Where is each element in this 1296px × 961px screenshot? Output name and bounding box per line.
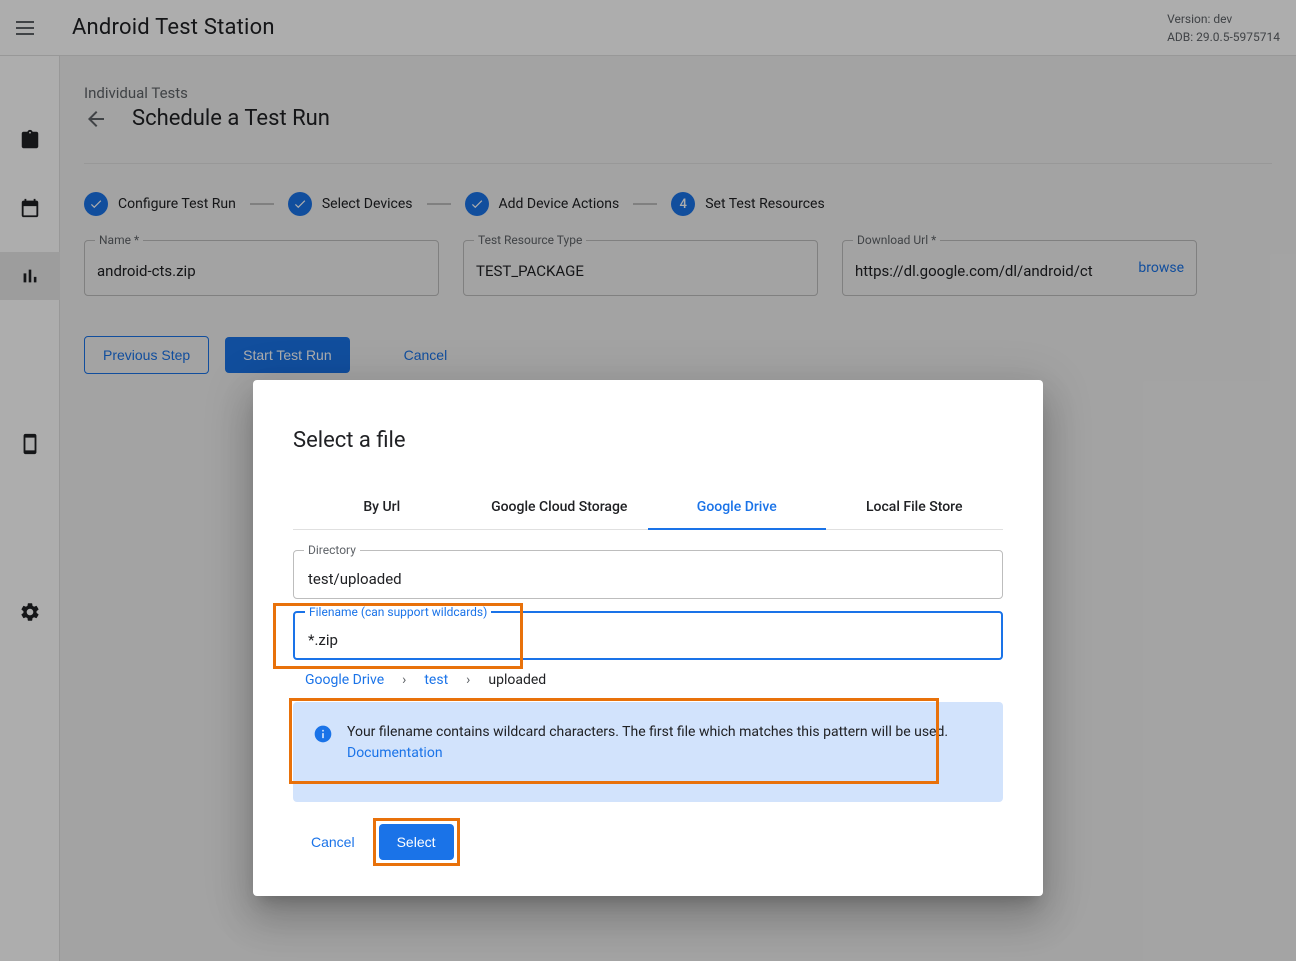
modal-title: Select a file bbox=[293, 428, 1003, 453]
tab-google-drive[interactable]: Google Drive bbox=[648, 485, 826, 529]
info-box: Your filename contains wildcard characte… bbox=[293, 702, 1003, 802]
info-icon bbox=[313, 724, 333, 744]
tabs: By Url Google Cloud Storage Google Drive… bbox=[293, 485, 1003, 530]
crumb-uploaded[interactable]: uploaded bbox=[488, 672, 546, 688]
directory-field[interactable]: Directory test/uploaded bbox=[293, 550, 1003, 599]
tab-gcs[interactable]: Google Cloud Storage bbox=[471, 485, 649, 529]
info-text: Your filename contains wildcard characte… bbox=[347, 722, 983, 764]
tab-by-url[interactable]: By Url bbox=[293, 485, 471, 529]
chevron-right-icon: › bbox=[402, 672, 406, 688]
crumb-root[interactable]: Google Drive bbox=[305, 672, 384, 688]
filename-field[interactable]: Filename (can support wildcards) *.zip bbox=[293, 611, 1003, 660]
documentation-link[interactable]: Documentation bbox=[347, 745, 443, 761]
crumb-test[interactable]: test bbox=[424, 672, 448, 688]
filename-value: *.zip bbox=[308, 631, 338, 649]
directory-label: Directory bbox=[304, 543, 360, 557]
chevron-right-icon: › bbox=[466, 672, 470, 688]
tab-indicator bbox=[648, 528, 826, 530]
modal-actions: Cancel Select bbox=[293, 824, 1003, 860]
modal-cancel-button[interactable]: Cancel bbox=[293, 824, 373, 860]
path-breadcrumbs: Google Drive › test › uploaded bbox=[305, 672, 1003, 688]
directory-value: test/uploaded bbox=[308, 570, 402, 588]
info-message: Your filename contains wildcard characte… bbox=[347, 724, 948, 740]
file-select-modal: Select a file By Url Google Cloud Storag… bbox=[253, 380, 1043, 896]
filename-label: Filename (can support wildcards) bbox=[305, 605, 491, 619]
modal-select-button[interactable]: Select bbox=[379, 824, 454, 860]
tab-local[interactable]: Local File Store bbox=[826, 485, 1004, 529]
